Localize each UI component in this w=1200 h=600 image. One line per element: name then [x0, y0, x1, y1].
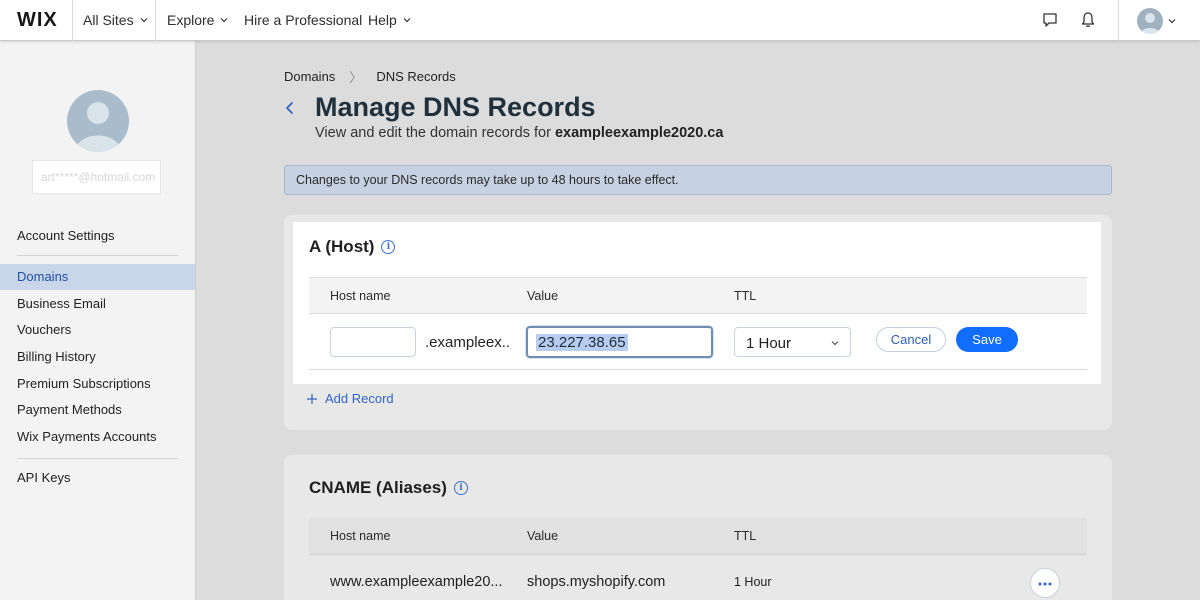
explore-menu[interactable]: Explore [167, 12, 229, 28]
page-subtitle-text: View and edit the domain records for [315, 125, 551, 141]
cname-title: CNAME (Aliases) [309, 478, 447, 497]
column-value: Value [527, 289, 559, 303]
chevron-down-icon [140, 18, 148, 23]
host-domain-suffix: .exampleex... [425, 334, 510, 351]
sidebar: art*****@hotmail.com Account Settings Do… [0, 41, 196, 600]
add-record-button[interactable]: Add Record [306, 391, 394, 406]
sidebar-item-billing-history[interactable]: Billing History [0, 344, 195, 370]
divider [17, 255, 178, 256]
column-host-name: Host name [330, 529, 391, 543]
divider [309, 313, 1087, 314]
sidebar-item-api-keys[interactable]: API Keys [0, 465, 195, 491]
divider [309, 369, 1087, 370]
info-icon[interactable]: i [453, 481, 468, 495]
cname-value: shops.myshopify.com [527, 574, 666, 590]
page-title: Manage DNS Records [315, 92, 596, 122]
breadcrumb-separator: 〉 [349, 70, 363, 85]
account-email: art*****@hotmail.com [32, 160, 161, 194]
all-sites-label: All Sites [83, 12, 134, 28]
account-email-text: art*****@hotmail.com [41, 170, 156, 184]
sidebar-item-vouchers[interactable]: Vouchers [0, 317, 195, 343]
value-input-text: 23.227.38.65 [536, 334, 628, 351]
cancel-button[interactable]: Cancel [876, 327, 946, 352]
chevron-down-icon [221, 18, 228, 23]
back-arrow-icon[interactable] [281, 99, 299, 117]
user-avatar[interactable] [1137, 8, 1163, 34]
breadcrumb-current: DNS Records [376, 69, 456, 84]
divider [1118, 0, 1119, 41]
domain-name: exampleexample2020.ca [554, 125, 724, 141]
divider [17, 458, 178, 459]
more-actions-button[interactable] [1030, 568, 1060, 598]
sidebar-item-wix-payments-accounts[interactable]: Wix Payments Accounts [0, 424, 195, 450]
breadcrumb: Domains 〉 DNS Records [284, 67, 456, 86]
sidebar-item-payment-methods[interactable]: Payment Methods [0, 397, 195, 423]
sidebar-item-premium-subscriptions[interactable]: Premium Subscriptions [0, 371, 195, 397]
wix-logo[interactable]: WIX [17, 9, 58, 32]
cname-table-header: Host name Value TTL [309, 518, 1087, 554]
sidebar-item-business-email[interactable]: Business Email [0, 291, 195, 317]
column-ttl: TTL [734, 289, 757, 303]
save-button[interactable]: Save [956, 327, 1018, 352]
a-host-section-title: A (Host) i [309, 237, 396, 257]
sidebar-item-domains[interactable]: Domains [0, 264, 195, 290]
column-ttl: TTL [734, 529, 757, 543]
a-host-table-header: Host name Value TTL [309, 278, 1087, 314]
more-icon [1038, 582, 1052, 586]
hire-professional-link[interactable]: Hire a Professional [244, 12, 362, 28]
cname-ttl: 1 Hour [734, 575, 772, 589]
host-name-input[interactable] [330, 327, 416, 357]
column-host-name: Host name [330, 289, 391, 303]
breadcrumb-domains[interactable]: Domains [284, 69, 335, 84]
divider [155, 0, 156, 41]
dns-notice-banner: Changes to your DNS records may take up … [284, 165, 1112, 195]
profile-avatar[interactable] [67, 90, 129, 152]
chevron-down-icon[interactable] [1167, 16, 1177, 26]
top-bar: WIX All Sites Explore Hire a Professiona… [0, 0, 1200, 41]
column-value: Value [527, 529, 559, 543]
ttl-selected: 1 Hour [746, 335, 792, 352]
help-menu[interactable]: Help [368, 12, 412, 28]
ttl-dropdown[interactable]: 1 Hour [734, 327, 851, 357]
all-sites-menu[interactable]: All Sites [83, 12, 149, 28]
info-icon[interactable]: i [381, 240, 396, 254]
add-record-label: Add Record [325, 391, 394, 406]
divider [309, 554, 1087, 555]
plus-icon [307, 393, 317, 404]
divider [72, 0, 73, 41]
hire-professional-label: Hire a Professional [244, 12, 363, 28]
cname-section-title: CNAME (Aliases) i [309, 478, 468, 498]
a-host-title: A (Host) [309, 237, 375, 256]
chat-icon[interactable] [1040, 10, 1060, 30]
explore-label: Explore [167, 12, 215, 28]
bell-icon[interactable] [1078, 10, 1098, 30]
chevron-down-icon [403, 18, 411, 23]
chevron-down-icon [831, 341, 839, 346]
help-label: Help [368, 12, 397, 28]
cname-host: www.exampleexample20... [330, 574, 503, 590]
sidebar-item-account-settings[interactable]: Account Settings [0, 223, 195, 249]
page-subtitle: View and edit the domain records for exa… [315, 125, 723, 141]
value-input[interactable]: 23.227.38.65 [526, 326, 713, 358]
